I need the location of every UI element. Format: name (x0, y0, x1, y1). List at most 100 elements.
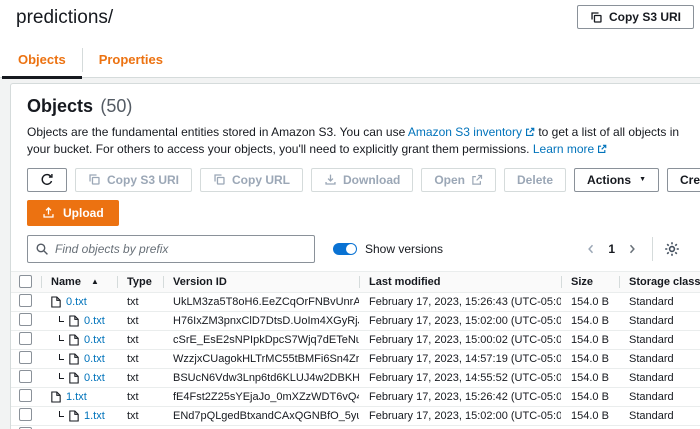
current-page: 1 (608, 242, 615, 256)
create-folder-button[interactable]: Create folder (667, 168, 700, 192)
size-cell: 154.0 B (561, 410, 619, 422)
row-select-cell (11, 389, 41, 405)
objects-table: Name▲ Type Version ID Last modified Size… (11, 271, 700, 429)
page-header: predictions/ Copy S3 URI (0, 0, 700, 29)
column-header-last-modified[interactable]: Last modified (359, 272, 561, 292)
open-label: Open (434, 173, 465, 187)
external-link-icon (525, 127, 535, 137)
row-checkbox[interactable] (19, 313, 32, 326)
upload-icon (42, 206, 55, 219)
row-checkbox[interactable] (19, 370, 32, 383)
file-icon (69, 315, 79, 327)
copy-s3-uri-button[interactable]: Copy S3 URI (75, 168, 192, 192)
next-page-button[interactable] (624, 241, 640, 257)
refresh-button[interactable] (27, 168, 67, 192)
storage-class-cell: Standard (619, 372, 700, 384)
select-all-checkbox[interactable] (19, 275, 32, 288)
row-checkbox[interactable] (19, 332, 32, 345)
column-header-size[interactable]: Size (561, 272, 619, 292)
copy-s3-uri-header-button[interactable]: Copy S3 URI (577, 5, 694, 29)
row-select-cell (11, 313, 41, 329)
row-checkbox[interactable] (19, 351, 32, 364)
object-name-link[interactable]: 0.txt (84, 353, 105, 365)
copy-s3-uri-label: Copy S3 URI (107, 173, 179, 187)
inventory-link[interactable]: Amazon S3 inventory (408, 125, 535, 139)
name-cell: 0.txt (41, 315, 117, 327)
storage-class-cell: Standard (619, 391, 700, 403)
column-header-version-id[interactable]: Version ID (163, 272, 359, 292)
gear-icon (664, 241, 680, 257)
sort-ascending-icon: ▲ (91, 277, 99, 286)
column-header-storage-class[interactable]: Storage class (619, 272, 700, 292)
file-icon (69, 334, 79, 346)
type-cell: txt (117, 334, 163, 346)
type-cell: txt (117, 296, 163, 308)
caret-down-icon: ▼ (639, 176, 646, 183)
description-text-1: Objects are the fundamental entities sto… (27, 125, 408, 139)
show-versions-label: Show versions (365, 242, 443, 256)
object-name-link[interactable]: 1.txt (66, 391, 87, 403)
row-select-cell (11, 294, 41, 310)
copy-url-button[interactable]: Copy URL (200, 168, 303, 192)
table-header-row: Name▲ Type Version ID Last modified Size… (11, 272, 700, 293)
storage-class-cell: Standard (619, 410, 700, 422)
row-select-cell (11, 332, 41, 348)
last-modified-header-label: Last modified (369, 276, 441, 288)
external-link-icon (597, 144, 607, 154)
pagination: 1 (583, 237, 684, 261)
page-title: predictions/ (16, 7, 113, 29)
last-modified-cell: February 17, 2023, 14:57:19 (UTC-05:00) (359, 353, 561, 365)
type-cell: txt (117, 372, 163, 384)
row-checkbox[interactable] (19, 408, 32, 421)
upload-row: Upload (11, 192, 700, 226)
object-name-link[interactable]: 0.txt (84, 334, 105, 346)
objects-panel: Objects (50) Objects are the fundamental… (10, 83, 700, 429)
open-button[interactable]: Open (421, 168, 496, 192)
storage-class-cell: Standard (619, 353, 700, 365)
type-header-label: Type (127, 276, 152, 288)
type-cell: txt (117, 391, 163, 403)
version-id-cell: H76IxZM3pnxClD7DtsD.UoIm4XGyRjJK (163, 315, 359, 327)
object-name-link[interactable]: 0.txt (84, 315, 105, 327)
preferences-button[interactable] (662, 239, 682, 259)
object-name-link[interactable]: 0.txt (84, 372, 105, 384)
delete-button[interactable]: Delete (504, 168, 566, 192)
column-header-name[interactable]: Name▲ (41, 272, 117, 292)
create-folder-label: Create folder (680, 173, 700, 187)
name-cell: 0.txt (41, 296, 117, 308)
external-link-icon (471, 174, 483, 186)
search-icon (35, 242, 49, 256)
row-checkbox[interactable] (19, 294, 32, 307)
version-id-cell: UkLM3za5T8oH6.EeZCqOrFNBvUnrAlT7 (163, 296, 359, 308)
type-cell: txt (117, 410, 163, 422)
column-header-type[interactable]: Type (117, 272, 163, 292)
search-input[interactable] (27, 235, 315, 263)
panel-description: Objects are the fundamental entities sto… (27, 124, 684, 159)
last-modified-cell: February 17, 2023, 15:02:00 (UTC-05:00) (359, 410, 561, 422)
content-area: Objects (50) Objects are the fundamental… (0, 78, 700, 429)
last-modified-cell: February 17, 2023, 14:55:52 (UTC-05:00) (359, 372, 561, 384)
name-cell: 0.txt (41, 353, 117, 365)
show-versions-toggle[interactable] (333, 243, 357, 255)
version-id-cell: cSrE_EsE2sNPIpkDpcS7Wjq7dETeNuE7 (163, 334, 359, 346)
object-name-link[interactable]: 1.txt (84, 410, 105, 422)
size-cell: 154.0 B (561, 391, 619, 403)
previous-page-button[interactable] (583, 241, 599, 257)
copy-s3-uri-header-label: Copy S3 URI (609, 10, 681, 24)
row-checkbox[interactable] (19, 389, 32, 402)
object-name-link[interactable]: 0.txt (66, 296, 87, 308)
inventory-link-label: Amazon S3 inventory (408, 125, 522, 139)
version-id-cell: BSUcN6Vdw3Lnp6td6KLUJ4w2DBKH0798 (163, 372, 359, 384)
refresh-icon (40, 173, 54, 187)
download-button[interactable]: Download (311, 168, 413, 192)
row-select-cell (11, 408, 41, 424)
learn-more-link[interactable]: Learn more (533, 142, 607, 156)
show-versions-control: Show versions (333, 242, 443, 256)
upload-button[interactable]: Upload (27, 200, 119, 226)
actions-button[interactable]: Actions ▼ (574, 168, 659, 192)
copy-icon (590, 11, 603, 24)
upload-label: Upload (63, 206, 104, 220)
type-cell: txt (117, 353, 163, 365)
tab-properties[interactable]: Properties (83, 43, 179, 78)
tab-objects[interactable]: Objects (2, 43, 82, 78)
